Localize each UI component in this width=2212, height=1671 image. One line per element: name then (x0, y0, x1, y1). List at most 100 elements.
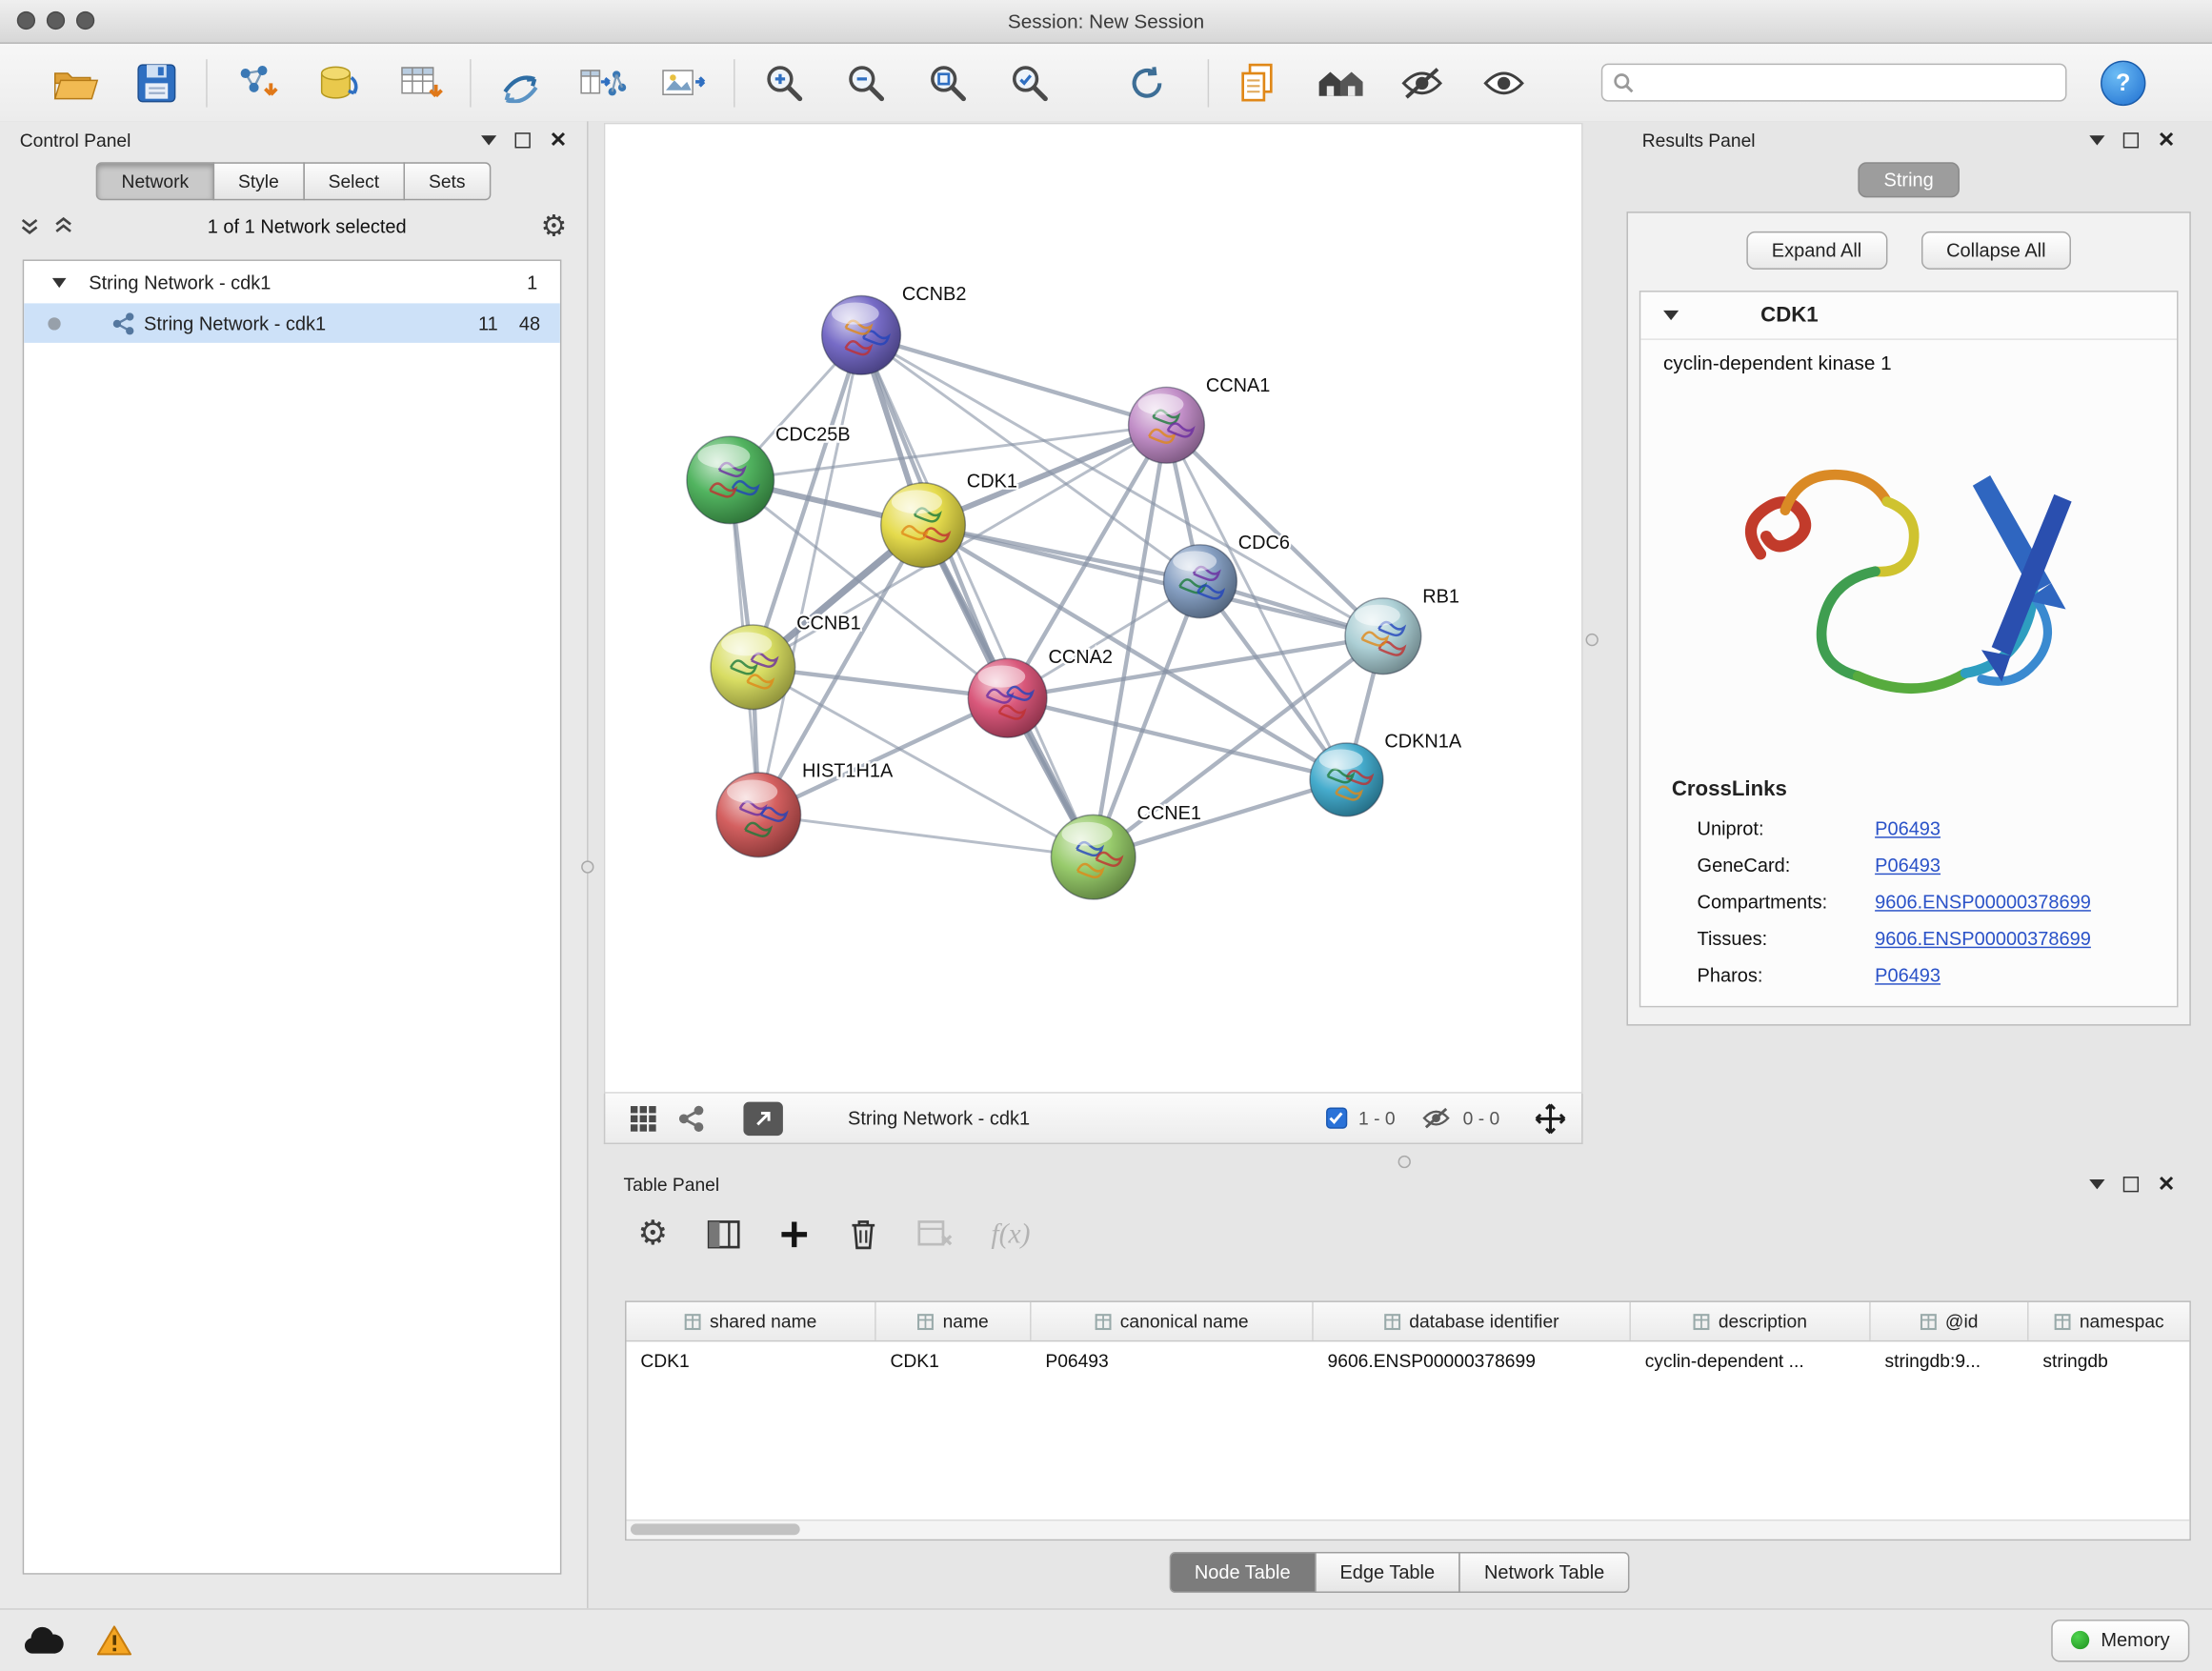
memory-status-dot-icon (2071, 1631, 2089, 1649)
column-header[interactable]: canonical name (1032, 1302, 1314, 1340)
collapse-all-button[interactable]: Collapse All (1920, 232, 2071, 270)
column-label: shared name (710, 1311, 816, 1332)
network-edge[interactable] (758, 815, 1093, 856)
collection-label: String Network - cdk1 (89, 272, 271, 292)
node-label: CCNA1 (1206, 375, 1271, 396)
float-panel-icon[interactable] (2123, 131, 2139, 147)
crosslink-pharos-link[interactable]: P06493 (1875, 964, 1955, 985)
expand-all-tree-icon[interactable] (53, 216, 73, 236)
minimize-window-button[interactable] (47, 11, 65, 30)
table-options-gear-icon[interactable]: ⚙ (637, 1218, 668, 1252)
zoom-out-button[interactable] (835, 53, 897, 112)
float-panel-icon[interactable] (515, 131, 531, 147)
tab-node-table[interactable]: Node Table (1169, 1552, 1316, 1593)
network-collection-row[interactable]: String Network - cdk1 1 (24, 261, 560, 303)
cell-database-identifier: 9606.ENSP00000378699 (1314, 1349, 1631, 1370)
export-image-button[interactable] (654, 53, 715, 112)
open-in-window-button[interactable] (743, 1101, 782, 1136)
column-header[interactable]: namespac (2029, 1302, 2190, 1340)
network-canvas[interactable]: CCNB2CCNA1CDC25BCDK1CDC6RB1CCNB1CCNA2CDK… (604, 123, 1583, 1094)
tab-string[interactable]: String (1859, 162, 1960, 197)
help-button[interactable]: ? (2101, 60, 2145, 105)
close-panel-icon[interactable]: ✕ (2158, 130, 2176, 151)
horizontal-scrollbar[interactable] (627, 1520, 2190, 1540)
network-edge[interactable] (923, 525, 1383, 636)
network-edge[interactable] (861, 335, 1166, 426)
table-row[interactable]: CDK1 CDK1 P06493 9606.ENSP00000378699 cy… (627, 1341, 2190, 1379)
hide-selected-button[interactable] (1391, 53, 1453, 112)
birds-eye-view-icon[interactable] (629, 1104, 657, 1133)
new-network-button[interactable] (490, 53, 552, 112)
collapse-all-tree-icon[interactable] (20, 216, 40, 236)
zoom-fit-button[interactable] (917, 53, 979, 112)
node-gloss (978, 665, 1026, 687)
column-header[interactable]: shared name (627, 1302, 876, 1340)
network-edge[interactable] (758, 335, 861, 815)
entry-collapse-icon[interactable] (1663, 311, 1679, 320)
first-neighbors-button[interactable] (1309, 53, 1371, 112)
column-label: @id (1945, 1311, 1979, 1332)
expand-all-button[interactable]: Expand All (1746, 232, 1887, 270)
selected-checkbox-icon[interactable] (1326, 1108, 1347, 1129)
close-window-button[interactable] (17, 11, 35, 30)
network-selection-status: 1 of 1 Network selected (88, 215, 527, 236)
network-options-gear-icon[interactable]: ⚙ (540, 211, 567, 240)
zoom-selected-button[interactable] (998, 53, 1060, 112)
import-table-from-file-button[interactable] (390, 53, 452, 112)
node-gloss (1355, 605, 1400, 626)
crosslink-tissues-link[interactable]: 9606.ENSP00000378699 (1875, 928, 2105, 949)
column-type-icon (1095, 1313, 1112, 1330)
crosslink-genecard-link[interactable]: P06493 (1875, 855, 1955, 876)
zoom-selected-icon (1009, 61, 1051, 103)
column-label: namespac (2080, 1311, 2164, 1332)
cell-namespace: stringdb (2029, 1349, 2190, 1370)
panel-menu-icon[interactable] (2090, 1178, 2105, 1188)
crosslink-uniprot-link[interactable]: P06493 (1875, 817, 1955, 838)
close-panel-icon[interactable]: ✕ (2158, 1173, 2176, 1194)
cloud-icon[interactable] (23, 1624, 65, 1656)
node-gloss (832, 302, 879, 324)
toolbar-separator (1208, 58, 1209, 106)
column-header[interactable]: @id (1871, 1302, 2029, 1340)
duplicate-document-button[interactable] (1227, 53, 1289, 112)
save-session-button[interactable] (126, 53, 188, 112)
splitter-grip[interactable] (1586, 634, 1599, 646)
show-all-button[interactable] (1473, 53, 1535, 112)
tab-sets[interactable]: Sets (403, 162, 491, 200)
protein-entry-header[interactable]: CDK1 (1640, 292, 2177, 340)
tree-expand-icon[interactable] (52, 277, 67, 287)
network-row-selected[interactable]: String Network - cdk1 11 48 (24, 303, 560, 342)
panel-menu-icon[interactable] (482, 134, 497, 144)
column-header[interactable]: database identifier (1314, 1302, 1631, 1340)
panel-menu-icon[interactable] (2090, 134, 2105, 144)
search-input[interactable] (1601, 64, 2067, 102)
import-network-from-database-button[interactable] (308, 53, 370, 112)
refresh-view-button[interactable] (1116, 53, 1177, 112)
add-column-icon[interactable] (778, 1218, 810, 1250)
network-glyph-icon[interactable] (677, 1104, 706, 1133)
pan-move-icon[interactable] (1534, 1101, 1568, 1136)
column-header[interactable]: description (1631, 1302, 1871, 1340)
new-network-from-table-button[interactable] (572, 53, 633, 112)
tab-network[interactable]: Network (96, 162, 214, 200)
float-panel-icon[interactable] (2123, 1176, 2139, 1191)
close-panel-icon[interactable]: ✕ (550, 130, 568, 151)
maximize-window-button[interactable] (76, 11, 94, 30)
scrollbar-thumb[interactable] (631, 1523, 800, 1535)
splitter-grip[interactable] (581, 860, 593, 873)
crosslink-compartments-link[interactable]: 9606.ENSP00000378699 (1875, 891, 2105, 912)
tab-network-table[interactable]: Network Table (1458, 1552, 1630, 1593)
title-bar: Session: New Session (0, 0, 2212, 44)
warning-icon[interactable] (96, 1623, 133, 1658)
tab-edge-table[interactable]: Edge Table (1315, 1552, 1460, 1593)
column-header[interactable]: name (876, 1302, 1032, 1340)
memory-button[interactable]: Memory (2052, 1619, 2190, 1661)
tab-select[interactable]: Select (303, 162, 405, 200)
delete-column-icon[interactable] (847, 1218, 878, 1252)
network-edge[interactable] (861, 335, 1094, 857)
show-columns-icon[interactable] (706, 1218, 740, 1250)
zoom-in-button[interactable] (754, 53, 815, 112)
tab-style[interactable]: Style (212, 162, 304, 200)
import-network-from-file-button[interactable] (226, 53, 288, 112)
open-session-button[interactable] (44, 53, 106, 112)
